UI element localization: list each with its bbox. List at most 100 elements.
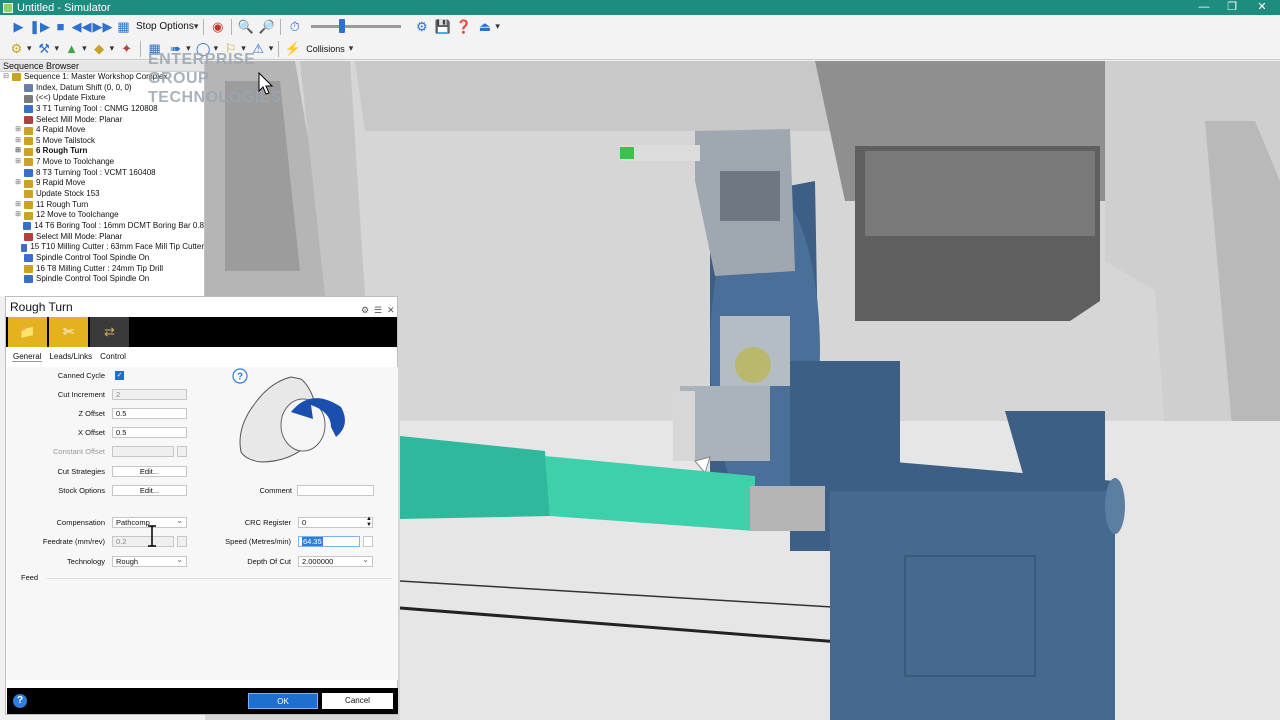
settings-gear-icon[interactable]: ⚙: [412, 18, 431, 36]
sequence-item[interactable]: Spindle Control Tool Spindle On: [0, 253, 204, 264]
constant-offset-field[interactable]: [112, 446, 174, 457]
operation-icon: [21, 243, 28, 252]
calculator-icon[interactable]: [363, 536, 373, 547]
chevron-down-icon[interactable]: ▾: [495, 21, 500, 32]
toolpath-button[interactable]: ✄: [49, 317, 88, 347]
tool-icon[interactable]: ⚒: [35, 40, 54, 58]
expand-toggle-icon[interactable]: ⊞: [14, 125, 22, 136]
speed-value-selected: 64.35: [302, 537, 323, 546]
stop-options-icon[interactable]: ▦: [114, 18, 133, 36]
sequence-item[interactable]: Select Mill Mode: Planar: [0, 115, 204, 126]
step-icon[interactable]: ❚▶: [29, 18, 50, 36]
save-icon[interactable]: 💾: [433, 18, 452, 36]
operation-icon: [24, 115, 33, 124]
sequence-item-label: Update Stock 153: [36, 189, 100, 199]
sequence-item[interactable]: ⊞ 4 Rapid Move: [0, 125, 204, 136]
links-button[interactable]: ⇄: [90, 317, 129, 347]
sequence-item[interactable]: 14 T6 Boring Tool : 16mm DCMT Boring Bar…: [0, 221, 204, 232]
expand-toggle-icon[interactable]: ⊞: [14, 210, 22, 221]
cut-strategies-edit-button[interactable]: Edit...: [112, 466, 187, 477]
tab-control[interactable]: Control: [99, 352, 127, 362]
app-icon: [3, 2, 13, 13]
sequence-item[interactable]: 8 T3 Turning Tool : VCMT 160408: [0, 168, 204, 179]
expand-toggle-icon[interactable]: ⊟: [2, 72, 10, 83]
help-icon[interactable]: ?: [13, 694, 27, 708]
expand-toggle-icon[interactable]: ⊞: [14, 136, 22, 147]
cancel-button[interactable]: Cancel: [322, 693, 393, 709]
operation-icon: [24, 147, 33, 156]
collisions-icon[interactable]: ⚡: [283, 40, 302, 58]
depth-of-cut-select[interactable]: 2.000000: [298, 555, 373, 567]
cut-increment-label: Cut Increment: [57, 390, 105, 399]
operation-icon: [24, 158, 33, 167]
stop-icon[interactable]: ■: [51, 18, 70, 36]
sequence-item[interactable]: Spindle Control Tool Spindle On: [0, 274, 204, 285]
operation-icon: [24, 232, 33, 241]
watermark-line: ENTERPRISE: [148, 51, 256, 68]
record-icon[interactable]: ◉: [208, 18, 227, 36]
collisions-dropdown[interactable]: Collisions: [306, 44, 345, 54]
close-button[interactable]: ✕: [1246, 0, 1278, 15]
eject-icon[interactable]: ⏏: [475, 18, 494, 36]
help-icon[interactable]: ❓: [454, 18, 473, 36]
sequence-item-label: 5 Move Tailstock: [36, 135, 95, 145]
toolpath-icon[interactable]: ✦: [117, 40, 136, 58]
cut-increment-field[interactable]: 2: [112, 389, 187, 400]
chevron-down-icon[interactable]: ▾: [194, 21, 199, 32]
stock-icon[interactable]: ▲: [62, 40, 81, 58]
expand-toggle-icon[interactable]: ⊞: [14, 146, 22, 157]
tab-general[interactable]: General: [12, 352, 43, 362]
sequence-item[interactable]: 16 T8 Milling Cutter : 24mm Tip Drill: [0, 264, 204, 275]
fast-forward-icon[interactable]: ▶▶: [93, 18, 113, 36]
technology-select[interactable]: Rough: [112, 555, 187, 567]
toolbar-separator: [280, 18, 282, 35]
sequence-item[interactable]: ⊞ 5 Move Tailstock: [0, 136, 204, 147]
sequence-item-label: Spindle Control Tool Spindle On: [36, 252, 150, 262]
operation-button[interactable]: 📁: [8, 317, 47, 347]
speed-dial-icon[interactable]: ⏱: [285, 18, 304, 36]
chevron-down-icon[interactable]: ▾: [55, 43, 60, 54]
chevron-down-icon[interactable]: ▾: [110, 43, 115, 54]
speed-slider[interactable]: [311, 19, 402, 33]
fixture-icon[interactable]: ◆: [90, 40, 109, 58]
expand-toggle-icon[interactable]: ⊞: [14, 200, 22, 211]
zoom-in-icon[interactable]: 🔍: [236, 18, 255, 36]
operation-icon: [24, 83, 33, 92]
speed-slider-thumb[interactable]: [339, 19, 346, 33]
rewind-icon[interactable]: ◀◀: [72, 18, 92, 36]
x-offset-field[interactable]: 0.5: [112, 427, 187, 438]
sequence-item-label: 11 Rough Turn: [36, 199, 89, 209]
sequence-item-label: 16 T8 Milling Cutter : 24mm Tip Drill: [36, 263, 163, 273]
sequence-item[interactable]: ⊞ 12 Move to Toolchange: [0, 210, 204, 221]
calculator-icon[interactable]: [177, 536, 187, 547]
feedrate-field[interactable]: 0.2: [112, 536, 174, 547]
sequence-item[interactable]: Select Mill Mode: Planar: [0, 232, 204, 243]
tab-leads-links[interactable]: Leads/Links: [48, 352, 93, 362]
speed-field[interactable]: 64.35: [298, 536, 360, 547]
chevron-down-icon[interactable]: ▾: [27, 43, 32, 54]
calculator-icon[interactable]: [177, 446, 187, 457]
chevron-down-icon[interactable]: ▾: [349, 43, 354, 54]
z-offset-field[interactable]: 0.5: [112, 408, 187, 419]
crc-register-field[interactable]: 0: [298, 517, 373, 528]
chevron-down-icon[interactable]: ▾: [82, 43, 87, 54]
comment-field[interactable]: [297, 485, 374, 496]
ok-button[interactable]: OK: [248, 693, 318, 709]
stop-options-dropdown[interactable]: Stop Options: [136, 21, 194, 32]
play-icon[interactable]: ▶: [9, 18, 28, 36]
sequence-item[interactable]: Update Stock 153: [0, 189, 204, 200]
sequence-item[interactable]: ⊞ 6 Rough Turn: [0, 146, 204, 157]
spinner-icon[interactable]: ▲ ▼: [366, 516, 372, 528]
tool-check-icon: ✄: [63, 324, 74, 339]
sequence-item[interactable]: ⊞ 9 Rapid Move: [0, 178, 204, 189]
stock-options-edit-button[interactable]: Edit...: [112, 485, 187, 496]
sequence-item[interactable]: ⊞ 7 Move to Toolchange: [0, 157, 204, 168]
restore-button[interactable]: ❐: [1216, 0, 1248, 15]
canned-cycle-checkbox[interactable]: ✓: [115, 371, 124, 380]
sequence-item[interactable]: 15 T10 Milling Cutter : 63mm Face Mill T…: [0, 242, 204, 253]
zoom-out-icon[interactable]: 🔎: [257, 18, 276, 36]
expand-toggle-icon[interactable]: ⊞: [14, 157, 22, 168]
expand-toggle-icon[interactable]: ⊞: [14, 178, 22, 189]
machine-icon[interactable]: ⚙: [7, 40, 26, 58]
sequence-item[interactable]: ⊞ 11 Rough Turn: [0, 200, 204, 211]
